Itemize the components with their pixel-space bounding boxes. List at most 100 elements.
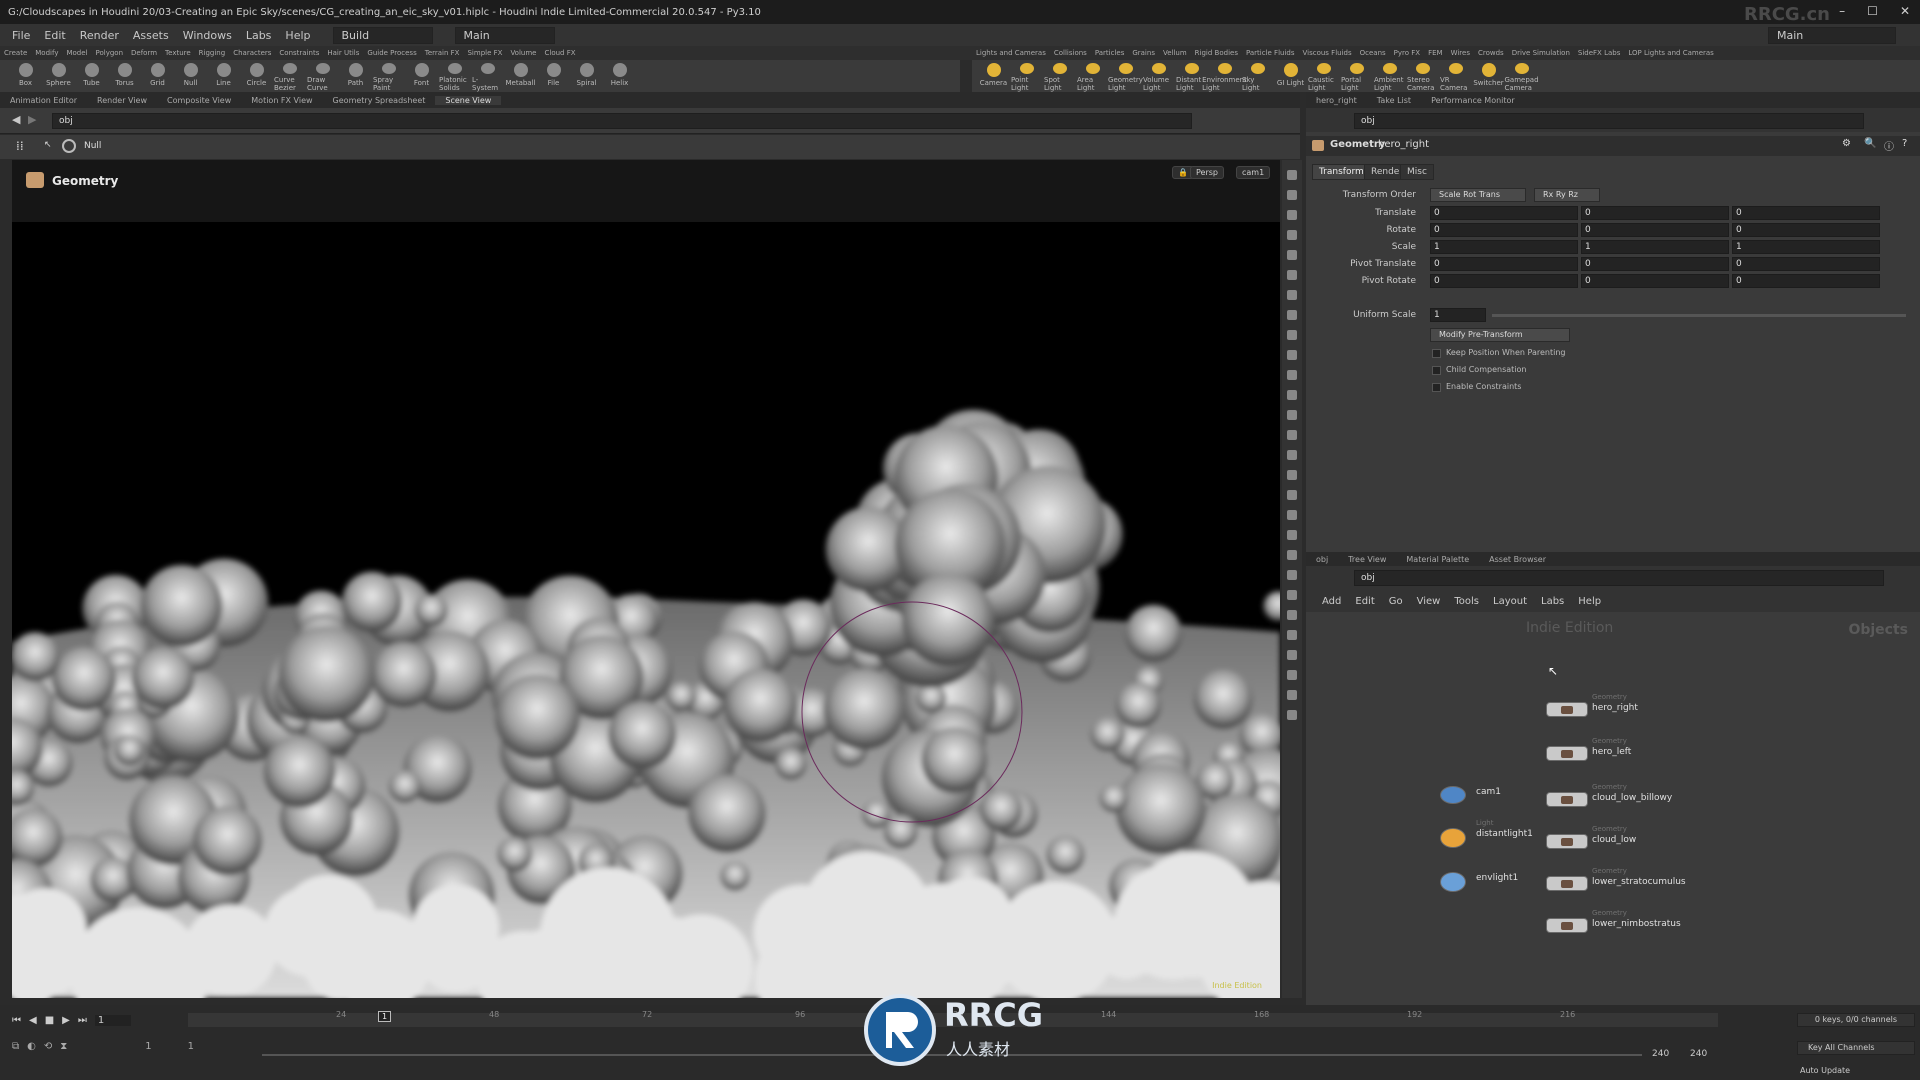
display-option-icon[interactable] [1287, 390, 1297, 400]
shelf-tab-constraints[interactable]: Constraints [275, 49, 323, 57]
display-option-icon[interactable] [1287, 210, 1297, 220]
shelf-tab-pyro-fx[interactable]: Pyro FX [1390, 49, 1424, 57]
minimize-button[interactable]: – [1839, 4, 1845, 18]
perspective-menu[interactable]: Persp [1190, 166, 1224, 179]
uniform-scale-field[interactable]: 1 [1430, 308, 1486, 322]
tool-switcher[interactable]: Switcher [1473, 60, 1504, 92]
network-path-field[interactable]: obj [1354, 570, 1884, 586]
end-frame-field-2[interactable]: 240 [1690, 1049, 1707, 1059]
auto-update-select[interactable]: Auto Update [1800, 1066, 1850, 1075]
node-hero-left[interactable]: Geometry hero_left [1546, 737, 1766, 770]
uniform-scale-slider[interactable] [1492, 314, 1906, 317]
network-menu-go[interactable]: Go [1389, 596, 1403, 607]
pane-tab-scene-view[interactable]: Scene View [435, 95, 502, 105]
shelf-tab-grains[interactable]: Grains [1128, 49, 1159, 57]
viewport[interactable]: Geometry 🔒 Persp cam1 Indie Edition [12, 160, 1280, 998]
pivot-rotate-y-field[interactable]: 0 [1581, 274, 1729, 288]
tool-area-light[interactable]: Area Light [1077, 60, 1108, 92]
loop-icon[interactable]: ⟲ [44, 1041, 52, 1052]
rotate-order-select[interactable]: Rx Ry Rz [1534, 188, 1600, 202]
display-option-icon[interactable] [1287, 190, 1297, 200]
network-menu-help[interactable]: Help [1578, 596, 1601, 607]
tool-file[interactable]: File [538, 60, 569, 92]
display-option-icon[interactable] [1287, 470, 1297, 480]
shelf-tab-cloud-fx[interactable]: Cloud FX [540, 49, 579, 57]
node-name-field[interactable]: hero_right [1378, 139, 1429, 150]
shelf-tab-rigging[interactable]: Rigging [195, 49, 230, 57]
pane-tab-take-list[interactable]: Take List [1367, 96, 1421, 105]
shelf-tab-deform[interactable]: Deform [127, 49, 161, 57]
pane-tab-motion-fx-view[interactable]: Motion FX View [241, 96, 322, 105]
display-option-icon[interactable] [1287, 650, 1297, 660]
tool-null[interactable]: Null [175, 60, 206, 92]
node-cloud-low[interactable]: Geometry cloud_low [1546, 825, 1766, 858]
stop-icon[interactable]: ■ [45, 1015, 54, 1026]
tool-helix[interactable]: Helix [604, 60, 635, 92]
tool-spray-paint[interactable]: Spray Paint [373, 60, 404, 92]
scale-x-field[interactable]: 1 [1430, 240, 1578, 254]
tool-circle[interactable]: Circle [241, 60, 272, 92]
display-option-icon[interactable] [1287, 630, 1297, 640]
pane-tab-composite-view[interactable]: Composite View [157, 96, 241, 105]
tool-geometry-light[interactable]: Geometry Light [1108, 60, 1143, 92]
help-icon[interactable]: ? [1902, 138, 1907, 149]
pane-tab-performance-monitor[interactable]: Performance Monitor [1421, 96, 1525, 105]
display-option-icon[interactable] [1287, 270, 1297, 280]
pivot-translate-y-field[interactable]: 0 [1581, 257, 1729, 271]
maximize-button[interactable]: ☐ [1867, 4, 1878, 18]
tool-volume-light[interactable]: Volume Light [1143, 60, 1174, 92]
pivot-rotate-z-field[interactable]: 0 [1732, 274, 1880, 288]
fps-icon[interactable]: ⧗ [60, 1041, 67, 1052]
right-path-field[interactable]: obj [1354, 113, 1864, 129]
play-back-icon[interactable]: ◀ [29, 1015, 37, 1026]
network-tab-obj[interactable]: obj [1306, 555, 1338, 564]
shelf-tab-particle-fluids[interactable]: Particle Fluids [1242, 49, 1299, 57]
translate-z-field[interactable]: 0 [1732, 206, 1880, 220]
shelf-tab-drive-simulation[interactable]: Drive Simulation [1508, 49, 1574, 57]
end-frame-field[interactable]: 240 [1652, 1049, 1669, 1059]
scale-y-field[interactable]: 1 [1581, 240, 1729, 254]
shelf-tab-guide-process[interactable]: Guide Process [363, 49, 420, 57]
display-option-icon[interactable] [1287, 490, 1297, 500]
tool-sphere[interactable]: Sphere [43, 60, 74, 92]
display-option-icon[interactable] [1287, 330, 1297, 340]
menu-help[interactable]: Help [285, 29, 310, 42]
tool-grid[interactable]: Grid [142, 60, 173, 92]
display-option-icon[interactable] [1287, 310, 1297, 320]
start-frame-field[interactable]: 1 [145, 1041, 151, 1052]
translate-x-field[interactable]: 0 [1430, 206, 1578, 220]
tool-sky-light[interactable]: Sky Light [1242, 60, 1273, 92]
pane-tab-geometry-spreadsheet[interactable]: Geometry Spreadsheet [323, 96, 436, 105]
rotate-z-field[interactable]: 0 [1732, 223, 1880, 237]
node-lower-nimbostratus[interactable]: Geometry lower_nimbostratus [1546, 909, 1766, 942]
pane-tab-render-view[interactable]: Render View [87, 96, 157, 105]
shelf-tab-simple-fx[interactable]: Simple FX [463, 49, 506, 57]
shelf-tab-crowds[interactable]: Crowds [1474, 49, 1508, 57]
tool-camera[interactable]: Camera [978, 60, 1009, 92]
tool-ambient-light[interactable]: Ambient Light [1374, 60, 1405, 92]
shelf-tab-create[interactable]: Create [0, 49, 31, 57]
menu-file[interactable]: File [12, 29, 30, 42]
info-icon[interactable]: ⓘ [1884, 138, 1894, 153]
enable-constraints-checkbox[interactable] [1432, 383, 1441, 392]
menu-edit[interactable]: Edit [44, 29, 65, 42]
child-compensation-checkbox[interactable] [1432, 366, 1441, 375]
tool-gi-light[interactable]: GI Light [1275, 60, 1306, 92]
shelf-tab-vellum[interactable]: Vellum [1159, 49, 1191, 57]
display-option-icon[interactable] [1287, 610, 1297, 620]
shelf-tab-particles[interactable]: Particles [1091, 49, 1129, 57]
pivot-translate-x-field[interactable]: 0 [1430, 257, 1578, 271]
camera-menu[interactable]: cam1 [1236, 166, 1271, 179]
network-graph[interactable]: Indie Edition Objects ↖ Geometry hero_rig… [1306, 612, 1920, 1012]
display-option-icon[interactable] [1287, 410, 1297, 420]
network-menu-view[interactable]: View [1417, 596, 1441, 607]
search-icon[interactable]: 🔍 [1864, 138, 1876, 149]
audio-icon[interactable]: ◐ [27, 1041, 36, 1052]
network-menu-tools[interactable]: Tools [1454, 596, 1479, 607]
menu-render[interactable]: Render [80, 29, 119, 42]
scale-z-field[interactable]: 1 [1732, 240, 1880, 254]
node-cloud-low-billowy[interactable]: Geometry cloud_low_billowy [1546, 783, 1766, 816]
tool-curve-bezier[interactable]: Curve Bezier [274, 60, 305, 92]
tool-tube[interactable]: Tube [76, 60, 107, 92]
node-lower-stratocumulus[interactable]: Geometry lower_stratocumulus [1546, 867, 1766, 900]
